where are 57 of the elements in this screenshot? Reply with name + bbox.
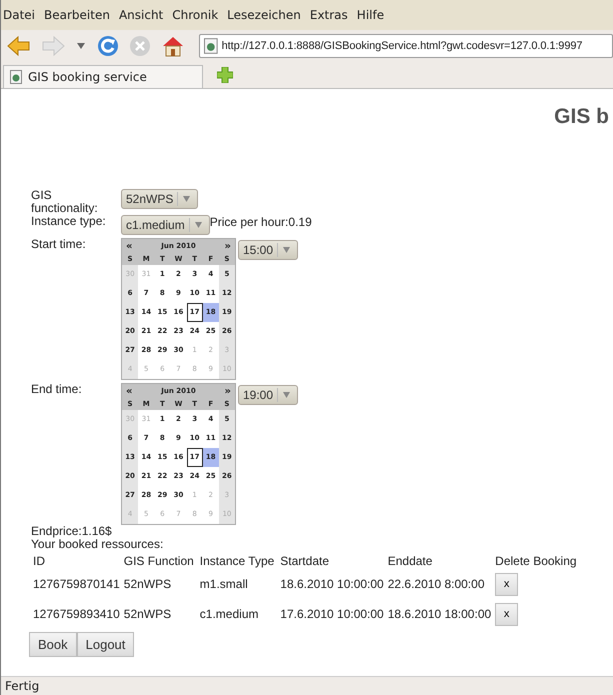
gis-function-dropdown[interactable]: 52nWPS [121,189,198,209]
menu-item[interactable]: Ansicht [118,8,164,22]
price-text: Price per hour:0.19 [210,215,312,229]
dropdown-arrow-icon [283,392,290,398]
new-tab-plus-icon[interactable] [217,67,233,83]
endprice-text: Endprice:1.16$ [31,525,113,538]
field-label: End time: [31,383,83,396]
status-bar: Fertig [1,676,613,695]
column-header: GIS Function [122,553,195,569]
next-month-button[interactable]: » [224,386,231,396]
action-button[interactable]: Book [29,632,77,657]
back-arrow-icon[interactable] [7,35,31,57]
page-icon [10,70,22,84]
page-heading: GIS b [554,105,609,130]
menu-item[interactable]: Lesezeichen [227,8,301,22]
dropdown-arrow-icon[interactable] [77,43,85,49]
reload-icon[interactable] [97,35,119,57]
address-field[interactable]: http://127.0.0.1:8888/GISBookingService.html?gwt.codesvr=127.0.0.1:9997 [199,34,613,58]
home-icon[interactable] [161,35,185,57]
previous-month-button[interactable]: « [126,240,132,252]
action-button[interactable]: Logout [76,632,134,657]
delete-button[interactable]: x [495,572,518,596]
dropdown-arrow-icon [283,247,290,253]
browser-tab[interactable]: GIS booking service [3,65,203,88]
table-cell: 22.6.2010 8:00:00 [388,577,484,591]
next-month-button[interactable]: » [224,240,231,252]
table-cell: c1.medium [200,607,258,621]
field-label: Start time: [31,238,87,251]
column-header: Enddate [386,553,434,569]
dropdown-arrow-icon [194,222,202,228]
column-header: Instance Type [198,553,276,569]
menu-item[interactable]: Chronik [172,8,218,22]
time-dropdown[interactable]: 15:00 [238,240,298,260]
table-cell: 18.6.2010 10:00:00 [280,577,384,591]
column-header: ID [32,553,46,569]
table-cell: 52nWPS [124,577,172,591]
table-cell: 1276759893410 [33,607,120,621]
table-cell: 1276759870141 [33,577,120,591]
menu-item[interactable]: Hilfe [356,8,384,22]
column-header: Startdate [279,553,330,569]
menu-item[interactable]: Extras [310,8,348,22]
instance-type-dropdown[interactable]: c1.medium [121,215,210,235]
table-cell: m1.small [200,577,248,591]
dropdown-arrow-icon [183,196,190,202]
table-cell: 18.6.2010 18:00:00 [388,607,492,621]
table-cell: 17.6.2010 10:00:00 [280,607,384,621]
section-label: Your booked ressources: [31,538,164,551]
table-cell: 52nWPS [124,607,172,621]
field-label: Instance type: [31,215,107,228]
page-icon [204,38,218,54]
menu-item[interactable]: Datei [3,8,36,22]
time-dropdown[interactable]: 19:00 [238,385,298,405]
field-label: GIS functionality: [31,189,99,215]
delete-button[interactable]: x [495,602,518,626]
previous-month-button[interactable]: « [126,386,132,396]
menu-item[interactable]: Bearbeiten [44,8,110,22]
column-header: Delete Booking [494,553,578,569]
